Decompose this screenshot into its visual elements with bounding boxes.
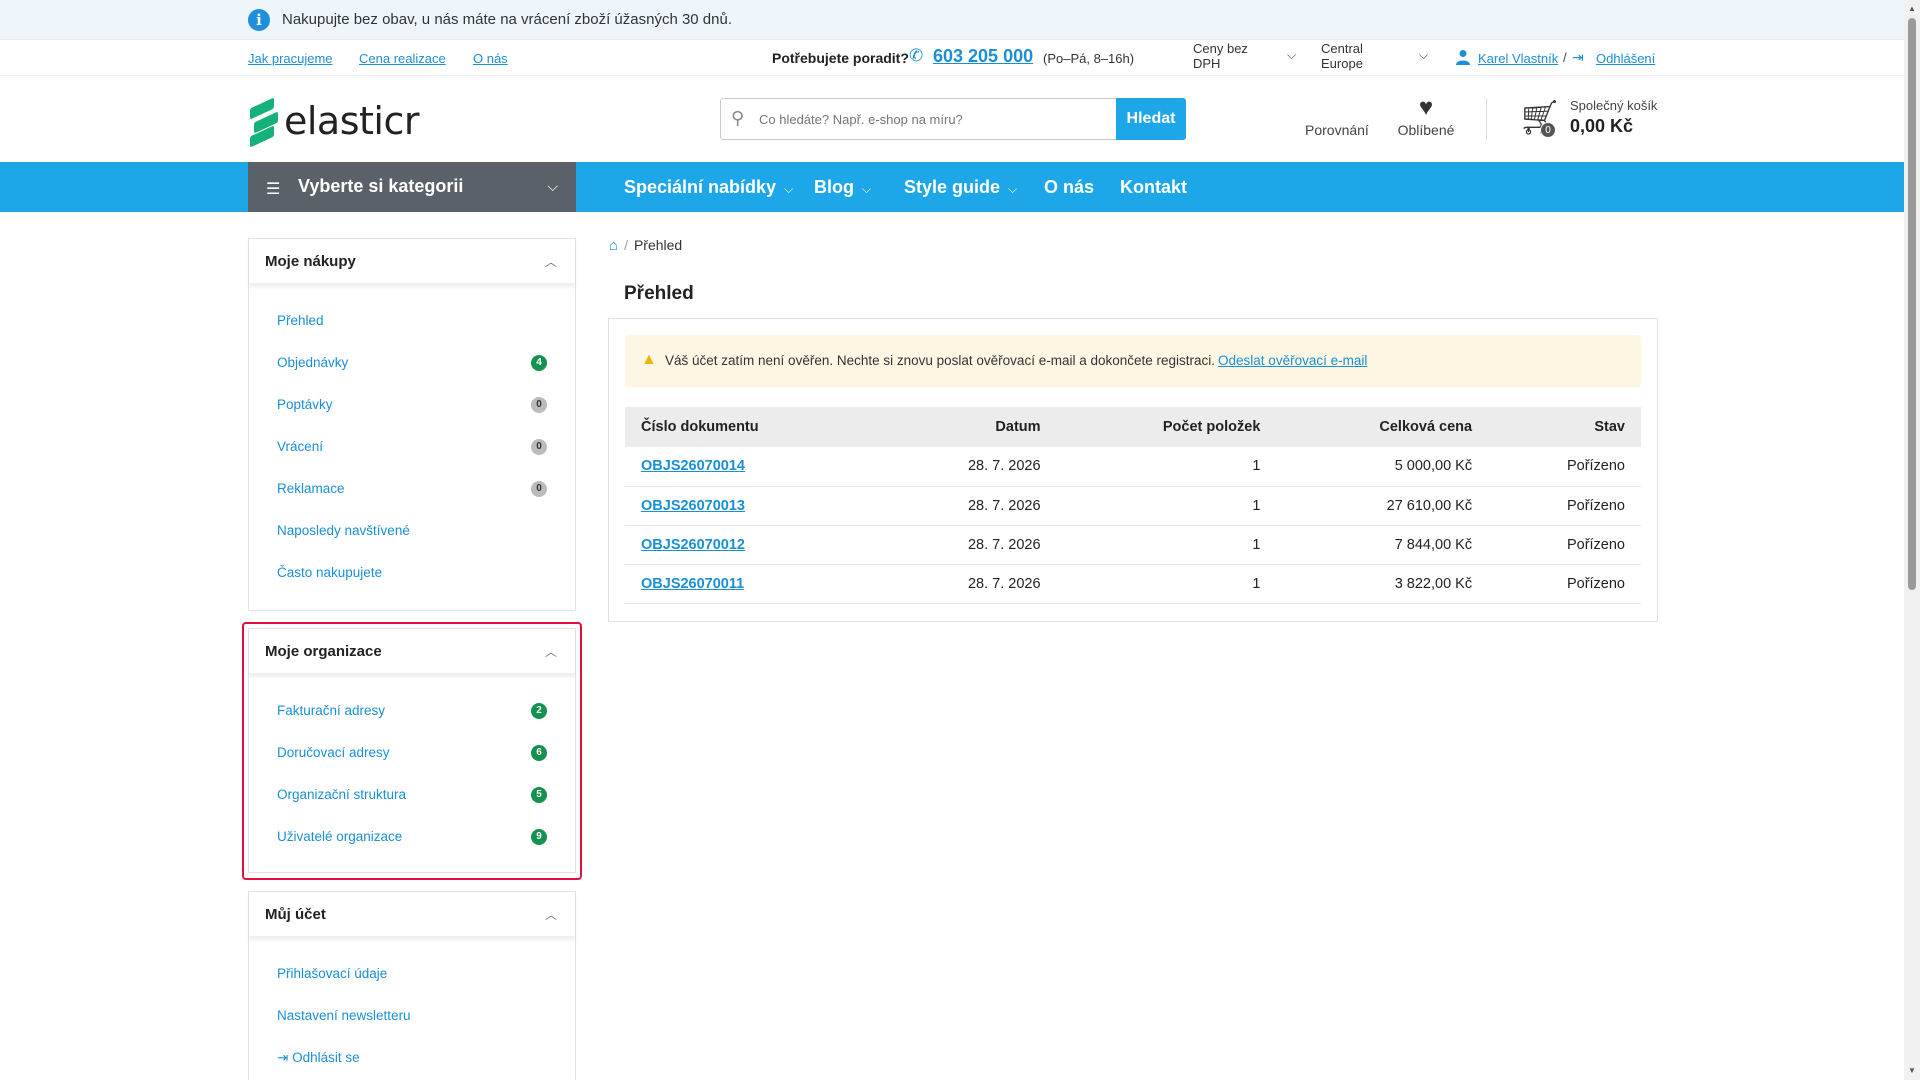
cart-count-badge: 0: [1540, 122, 1556, 138]
sidebar-item-frequent[interactable]: Často nakupujete: [249, 552, 575, 594]
resend-verification-link[interactable]: Odeslat ověřovací e-mail: [1218, 353, 1367, 368]
menu-icon: ☰: [266, 181, 281, 198]
scrollbar-thumb[interactable]: [1908, 18, 1916, 590]
column-header: Datum: [879, 407, 1057, 447]
header-divider: [1486, 98, 1487, 140]
verification-alert: ▲ Váš účet zatím není ověřen. Nechte si …: [625, 335, 1641, 387]
favorites-link[interactable]: ♥ Oblíbené: [1394, 94, 1458, 138]
scroll-up-icon[interactable]: ▲: [1908, 4, 1916, 13]
chevron-down-icon: ⌵: [784, 182, 794, 196]
price-mode-select[interactable]: Ceny bez DPH: [1193, 41, 1248, 71]
document-link[interactable]: OBJS26070014: [641, 458, 745, 474]
nav-style-guide[interactable]: Style guide ⌵: [904, 177, 1017, 198]
nav-about[interactable]: O nás: [1044, 177, 1094, 198]
link-about[interactable]: O nás: [473, 51, 508, 66]
phone-link[interactable]: 603 205 000: [933, 46, 1033, 67]
table-row: OBJS26070012 28. 7. 2026 1 7 844,00 Kč P…: [625, 525, 1641, 565]
search-button[interactable]: Hledat: [1116, 98, 1186, 140]
column-header: Počet položek: [1056, 407, 1277, 447]
cart-amount: 0,00 Kč: [1570, 116, 1634, 136]
sidebar-item-overview[interactable]: Přehled: [249, 300, 575, 342]
column-header: Stav: [1488, 407, 1641, 447]
page-title: Přehled: [624, 283, 694, 304]
count-badge: 0: [531, 439, 547, 455]
site-header: elasticr ⚲ Hledat Porovnání ♥ Oblíbené 🛒…: [0, 76, 1904, 162]
user-icon: [1456, 50, 1470, 65]
chevron-down-icon: ⌵: [1008, 182, 1018, 196]
page-scrollbar[interactable]: ▲ ▼: [1904, 0, 1920, 1080]
compare-icon: [1305, 94, 1365, 122]
info-banner: i Nakupujte bez obav, u nás máte na vrác…: [0, 0, 1904, 40]
document-link[interactable]: OBJS26070013: [641, 498, 745, 514]
utility-bar: Jak pracujeme Cena realizace O nás Potře…: [0, 40, 1904, 76]
logout-icon: ⇥: [1572, 49, 1584, 65]
table-row: OBJS26070014 28. 7. 2026 1 5 000,00 Kč P…: [625, 447, 1641, 487]
link-how-we-work[interactable]: Jak pracujeme: [248, 51, 333, 66]
chevron-down-icon: ⌵: [1419, 48, 1429, 62]
logo[interactable]: elasticr: [250, 96, 420, 148]
sidebar-item-inquiries[interactable]: Poptávky 0: [249, 384, 575, 426]
count-badge: 0: [531, 481, 547, 497]
sidebar-item-newsletter[interactable]: Nastavení newsletteru: [249, 995, 575, 1037]
info-icon: i: [248, 9, 270, 31]
sidebar-item-returns[interactable]: Vrácení 0: [249, 426, 575, 468]
info-banner-text: Nakupujte bez obav, u nás máte na vrácen…: [282, 11, 732, 28]
category-menu-button[interactable]: ☰ Vyberte si kategorii ⌵: [248, 162, 576, 212]
overview-box: ▲ Váš účet zatím není ověřen. Nechte si …: [608, 318, 1658, 622]
chevron-down-icon: ⌵: [1287, 48, 1297, 62]
highlight-frame: [242, 622, 582, 880]
panel-my-account: Můj účet ︿ Přihlašovací údaje Nastavení …: [248, 891, 576, 1080]
cart-label: Společný košík: [1570, 98, 1658, 113]
main-nav: ☰ Vyberte si kategorii ⌵ Speciální nabíd…: [0, 162, 1904, 212]
table-row: OBJS26070013 28. 7. 2026 1 27 610,00 Kč …: [625, 486, 1641, 526]
column-header: Celková cena: [1276, 407, 1489, 447]
logout-link[interactable]: Odhlášení: [1596, 51, 1655, 66]
nav-special-offers[interactable]: Speciální nabídky ⌵: [624, 177, 793, 198]
user-account-link[interactable]: Karel Vlastník: [1478, 51, 1558, 66]
chevron-up-icon: ︿: [544, 255, 557, 269]
search-box: ⚲ Hledat: [720, 98, 1186, 140]
document-link[interactable]: OBJS26070011: [641, 576, 744, 592]
sidebar-item-complaints[interactable]: Reklamace 0: [249, 468, 575, 510]
count-badge: 0: [531, 397, 547, 413]
sidebar-item-orders[interactable]: Objednávky 4: [249, 342, 575, 384]
logout-icon: ⇥: [277, 1050, 293, 1065]
compare-link[interactable]: Porovnání: [1305, 94, 1369, 138]
scroll-down-icon[interactable]: ▼: [1908, 1066, 1916, 1075]
breadcrumb: ⌂ / Přehled: [609, 237, 683, 254]
sidebar-item-login-details[interactable]: Přihlašovací údaje: [249, 953, 575, 995]
sidebar-item-recently-viewed[interactable]: Naposledy navštívené: [249, 510, 575, 552]
help-label: Potřebujete poradit?: [772, 50, 909, 66]
panel-header[interactable]: Moje nákupy ︿: [249, 239, 575, 284]
column-header: Číslo dokumentu: [625, 407, 880, 447]
documents-table: Číslo dokumentu Datum Počet položek Celk…: [625, 407, 1641, 604]
document-link[interactable]: OBJS26070012: [641, 537, 745, 553]
count-badge: 4: [531, 355, 547, 371]
chevron-down-icon: ⌵: [547, 178, 558, 194]
nav-blog[interactable]: Blog ⌵: [814, 177, 871, 198]
logo-mark-icon: [250, 97, 278, 148]
heart-icon: ♥: [1418, 94, 1434, 121]
home-icon[interactable]: ⌂: [609, 237, 618, 254]
table-header-row: Číslo dokumentu Datum Počet položek Celk…: [625, 407, 1641, 447]
table-row: OBJS26070011 28. 7. 2026 1 3 822,00 Kč P…: [625, 564, 1641, 604]
phone-icon: ✆: [909, 46, 924, 65]
panel-my-purchases: Moje nákupy ︿ Přehled Objednávky 4 Poptáv…: [248, 238, 576, 611]
sidebar-item-logout[interactable]: ⇥ Odhlásit se: [249, 1037, 575, 1079]
nav-contact[interactable]: Kontakt: [1120, 177, 1187, 198]
chevron-down-icon: ⌵: [862, 182, 872, 196]
search-input[interactable]: [759, 99, 1129, 139]
region-select[interactable]: Central Europe: [1321, 41, 1363, 71]
link-price[interactable]: Cena realizace: [359, 51, 446, 66]
panel-header[interactable]: Můj účet ︿: [249, 892, 575, 937]
chevron-up-icon: ︿: [544, 908, 557, 922]
warning-icon: ▲: [641, 351, 657, 368]
search-icon: ⚲: [731, 108, 745, 128]
hours: (Po–Pá, 8–16h): [1043, 51, 1135, 66]
